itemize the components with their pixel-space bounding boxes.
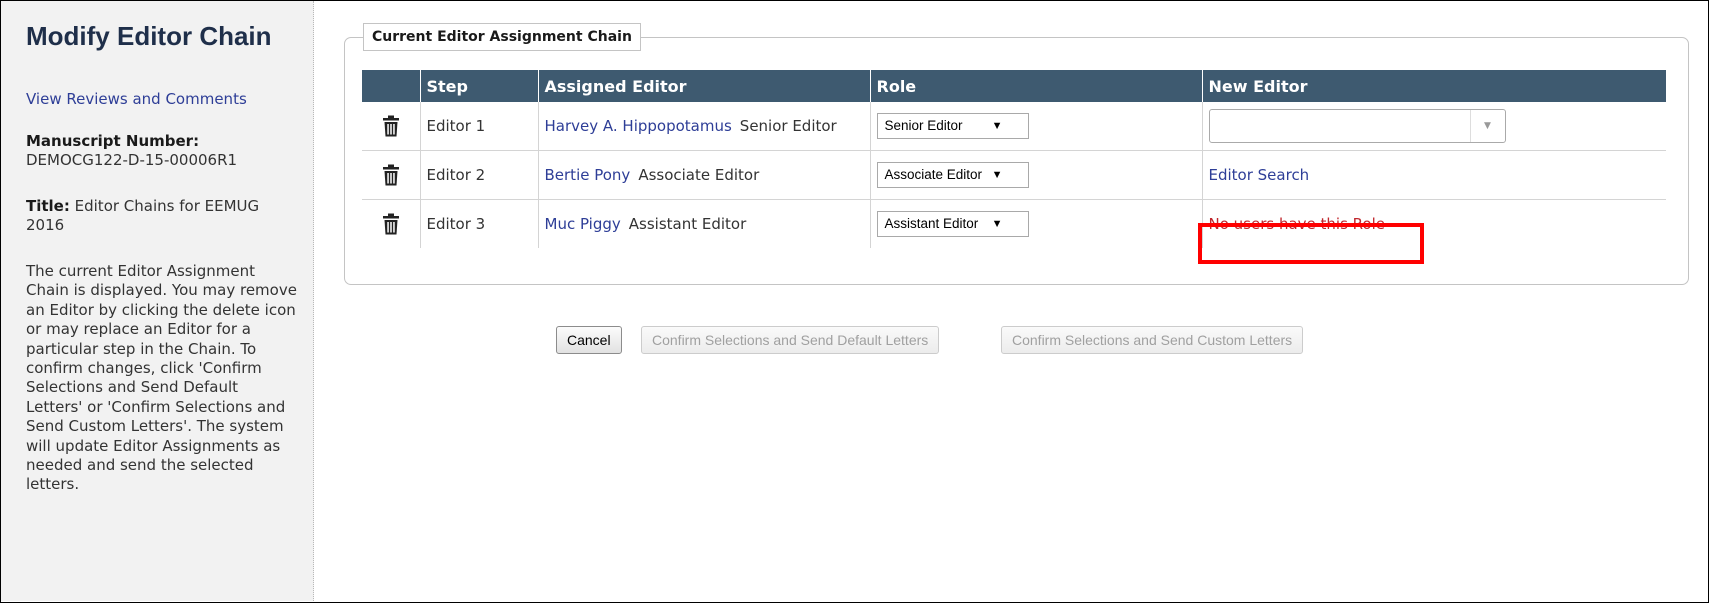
manuscript-number-block: Manuscript Number: DEMOCG122-D-15-00006R… [26,132,298,170]
table-row: Editor 1 Harvey A. Hippopotamus Senior Ed… [362,102,1666,151]
help-text: The current Editor Assignment Chain is d… [26,262,297,494]
new-editor-cell: Editor Search [1201,150,1666,200]
assigned-editor-cell: Muc Piggy Assistant Editor [537,199,870,248]
step-cell: Editor 3 [419,199,538,248]
manuscript-title-block: Title: Editor Chains for EEMUG 2016 [26,197,298,235]
table-row: Editor 2 Bertie Pony Associate Editor Ass… [362,150,1666,200]
editor-name-link[interactable]: Bertie Pony [545,166,631,184]
trash-icon[interactable] [382,164,399,186]
editor-name-link[interactable]: Muc Piggy [545,215,621,233]
role-select[interactable]: Associate Editor ▼ [876,162,1029,188]
editor-role-text: Assistant Editor [628,215,747,233]
manuscript-number-value: DEMOCG122-D-15-00006R1 [26,151,238,169]
role-select[interactable]: Assistant Editor ▼ [876,211,1029,237]
col-header-assigned-editor: Assigned Editor [537,70,870,102]
editor-chain-legend: Current Editor Assignment Chain [363,23,641,51]
col-header-role: Role [869,70,1202,102]
delete-cell [362,150,420,200]
step-cell: Editor 1 [419,102,538,151]
assigned-editor-cell: Harvey A. Hippopotamus Senior Editor [537,102,870,151]
editor-role-text: Senior Editor [739,117,837,135]
delete-cell [362,200,420,249]
caret-down-icon: ▼ [991,120,1003,132]
role-cell: Assistant Editor ▼ [869,199,1202,248]
page-title: Modify Editor Chain [26,21,272,51]
trash-icon[interactable] [382,115,399,137]
col-header-delete [362,70,420,102]
editor-name-link[interactable]: Harvey A. Hippopotamus [545,117,732,135]
editor-chain-table: Step Assigned Editor Role New Editor Edi… [362,70,1666,248]
role-select-value: Assistant Editor [884,216,979,231]
confirm-default-letters-button[interactable]: Confirm Selections and Send Default Lett… [641,326,940,354]
step-cell: Editor 2 [419,150,538,200]
caret-down-icon: ▼ [991,169,1003,181]
manuscript-number-label: Manuscript Number: [26,132,200,150]
table-row: Editor 3 Muc Piggy Assistant Editor Assis… [362,199,1666,249]
editor-search-link[interactable]: Editor Search [1209,166,1310,184]
role-cell: Senior Editor ▼ [869,102,1202,151]
new-editor-combobox[interactable]: ▼ [1208,109,1506,143]
role-select-value: Senior Editor [884,118,963,133]
chevron-down-icon[interactable]: ▼ [1469,110,1505,142]
trash-icon[interactable] [382,213,399,235]
col-header-new-editor: New Editor [1201,70,1666,102]
assigned-editor-cell: Bertie Pony Associate Editor [537,150,870,200]
cancel-button[interactable]: Cancel [556,326,622,354]
role-cell: Associate Editor ▼ [869,150,1202,200]
delete-cell [362,102,420,151]
highlight-annotation [1198,223,1424,264]
table-header-row: Step Assigned Editor Role New Editor [362,70,1666,102]
role-select[interactable]: Senior Editor ▼ [876,113,1029,139]
caret-down-icon: ▼ [991,218,1003,230]
role-select-value: Associate Editor [884,167,983,182]
sidebar: Modify Editor Chain View Reviews and Com… [1,1,314,601]
col-header-step: Step [419,70,538,102]
view-reviews-link[interactable]: View Reviews and Comments [26,90,247,108]
new-editor-cell: ▼ [1201,102,1666,151]
editor-role-text: Associate Editor [638,166,760,184]
confirm-custom-letters-button[interactable]: Confirm Selections and Send Custom Lette… [1001,326,1304,354]
manuscript-title-label: Title: [26,197,70,215]
